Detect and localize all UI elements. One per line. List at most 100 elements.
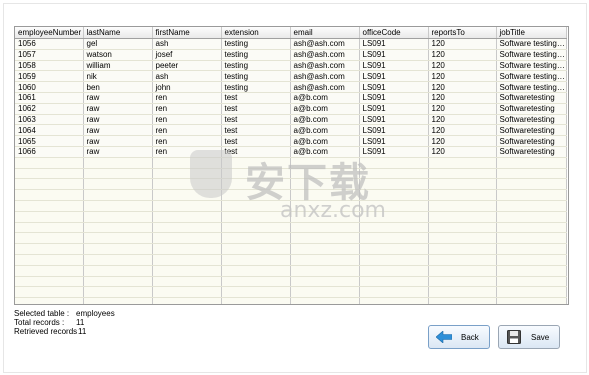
table-cell[interactable]: test: [221, 92, 291, 104]
table-cell[interactable]: test: [221, 135, 291, 147]
table-row[interactable]: 1059 nik ash testing ash@ash.com LS091 120 Soft…: [15, 70, 567, 83]
table-cell[interactable]: Softwaretesting: [496, 103, 567, 115]
table-cell[interactable]: a@b.com: [290, 92, 360, 104]
table-cell[interactable]: josef: [152, 49, 222, 61]
table-cell[interactable]: 120: [428, 114, 497, 126]
table-cell[interactable]: 1061: [15, 92, 84, 104]
table-cell[interactable]: ash@ash.com: [290, 38, 360, 50]
table-cell[interactable]: test: [221, 103, 291, 115]
table-cell[interactable]: Softwaretesting: [496, 135, 567, 147]
table-row[interactable]: 1064 raw ren test a@b.com LS091 120 Softwaretes…: [15, 124, 567, 137]
table-cell[interactable]: ash: [152, 70, 222, 83]
table-cell[interactable]: LS091: [359, 38, 429, 50]
table-cell[interactable]: Software testing ...: [496, 49, 567, 61]
table-cell[interactable]: Software testing ...: [496, 81, 567, 93]
table-row[interactable]: 1057 watson josef testing ash@ash.com LS091 12…: [15, 49, 567, 61]
table-cell[interactable]: 120: [428, 81, 497, 93]
table-cell[interactable]: Softwaretesting: [496, 92, 567, 104]
table-cell[interactable]: watson: [83, 49, 153, 61]
table-cell[interactable]: 1063: [15, 114, 84, 126]
table-cell[interactable]: william: [83, 60, 153, 72]
table-cell[interactable]: 1064: [15, 124, 84, 137]
table-cell[interactable]: 120: [428, 124, 497, 137]
table-cell[interactable]: LS091: [359, 92, 429, 104]
table-cell[interactable]: LS091: [359, 146, 429, 158]
table-cell[interactable]: 120: [428, 38, 497, 50]
column-header[interactable]: email: [290, 27, 360, 39]
table-cell[interactable]: Softwaretesting: [496, 146, 567, 158]
table-cell[interactable]: 1059: [15, 70, 84, 83]
table-cell[interactable]: LS091: [359, 103, 429, 115]
table-cell[interactable]: 120: [428, 70, 497, 83]
table-cell[interactable]: testing: [221, 81, 291, 93]
table-row[interactable]: 1060 ben john testing ash@ash.com LS091 120 Sof…: [15, 81, 567, 93]
table-cell[interactable]: LS091: [359, 70, 429, 83]
table-cell[interactable]: 1066: [15, 146, 84, 158]
table-row[interactable]: 1065 raw ren test a@b.com LS091 120 Softwaretes…: [15, 135, 567, 147]
table-cell[interactable]: nik: [83, 70, 153, 83]
column-header[interactable]: lastName: [83, 27, 153, 39]
table-row[interactable]: 1056 gel ash testing ash@ash.com LS091 120 Soft…: [15, 38, 567, 50]
table-row[interactable]: 1063 raw ren test a@b.com LS091 120 Softwaretes…: [15, 114, 567, 126]
table-cell[interactable]: ash: [152, 38, 222, 50]
records-grid[interactable]: employeeNumber lastName firstName extension…: [14, 26, 569, 305]
table-cell[interactable]: ren: [152, 114, 222, 126]
table-cell[interactable]: john: [152, 81, 222, 93]
table-cell[interactable]: raw: [83, 92, 153, 104]
column-header[interactable]: jobTitle: [496, 27, 567, 39]
table-cell[interactable]: LS091: [359, 124, 429, 137]
table-cell[interactable]: raw: [83, 135, 153, 147]
table-cell[interactable]: raw: [83, 146, 153, 158]
table-cell[interactable]: test: [221, 146, 291, 158]
table-cell[interactable]: raw: [83, 114, 153, 126]
table-cell[interactable]: 120: [428, 146, 497, 158]
table-cell[interactable]: 120: [428, 60, 497, 72]
table-cell[interactable]: LS091: [359, 60, 429, 72]
table-cell[interactable]: raw: [83, 124, 153, 137]
table-row[interactable]: 1062 raw ren test a@b.com LS091 120 Softwaretes…: [15, 103, 567, 115]
table-row[interactable]: 1061 raw ren test a@b.com LS091 120 Softwaretes…: [15, 92, 567, 104]
table-cell[interactable]: LS091: [359, 135, 429, 147]
table-cell[interactable]: 120: [428, 49, 497, 61]
table-cell[interactable]: 1058: [15, 60, 84, 72]
table-cell[interactable]: a@b.com: [290, 146, 360, 158]
table-cell[interactable]: a@b.com: [290, 124, 360, 137]
table-cell[interactable]: a@b.com: [290, 103, 360, 115]
table-cell[interactable]: ash@ash.com: [290, 70, 360, 83]
table-cell[interactable]: ren: [152, 92, 222, 104]
table-cell[interactable]: Software testing ...: [496, 60, 567, 72]
column-header[interactable]: extension: [221, 27, 291, 39]
table-cell[interactable]: Softwaretesting: [496, 114, 567, 126]
column-header[interactable]: firstName: [152, 27, 222, 39]
table-cell[interactable]: testing: [221, 49, 291, 61]
table-cell[interactable]: raw: [83, 103, 153, 115]
table-cell[interactable]: Software testing ...: [496, 70, 567, 83]
table-cell[interactable]: 1065: [15, 135, 84, 147]
column-header[interactable]: employeeNumber: [15, 27, 84, 39]
table-cell[interactable]: 120: [428, 92, 497, 104]
column-header[interactable]: reportsTo: [428, 27, 497, 39]
table-cell[interactable]: 1056: [15, 38, 84, 50]
table-cell[interactable]: test: [221, 124, 291, 137]
table-cell[interactable]: ren: [152, 124, 222, 137]
table-cell[interactable]: gel: [83, 38, 153, 50]
back-button[interactable]: Back: [428, 325, 490, 349]
table-row[interactable]: 1058 william peeter testing ash@ash.com LS091…: [15, 60, 567, 72]
table-cell[interactable]: ren: [152, 135, 222, 147]
table-cell[interactable]: LS091: [359, 81, 429, 93]
table-cell[interactable]: a@b.com: [290, 114, 360, 126]
table-cell[interactable]: test: [221, 114, 291, 126]
table-cell[interactable]: testing: [221, 70, 291, 83]
table-cell[interactable]: 1060: [15, 81, 84, 93]
table-cell[interactable]: Softwaretesting: [496, 124, 567, 137]
table-cell[interactable]: testing: [221, 60, 291, 72]
table-cell[interactable]: 1062: [15, 103, 84, 115]
table-cell[interactable]: 1057: [15, 49, 84, 61]
table-cell[interactable]: peeter: [152, 60, 222, 72]
table-cell[interactable]: ash@ash.com: [290, 60, 360, 72]
table-cell[interactable]: ash@ash.com: [290, 81, 360, 93]
table-cell[interactable]: 120: [428, 135, 497, 147]
table-cell[interactable]: ben: [83, 81, 153, 93]
table-row[interactable]: 1066 raw ren test a@b.com LS091 120 Softwaretes…: [15, 146, 567, 158]
table-cell[interactable]: a@b.com: [290, 135, 360, 147]
